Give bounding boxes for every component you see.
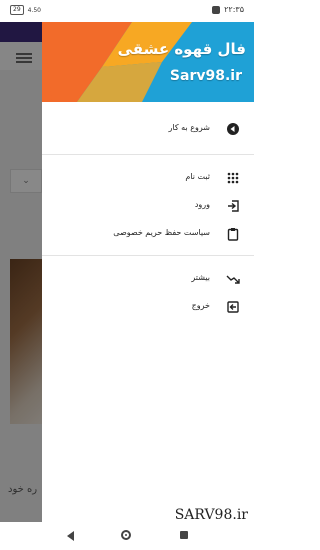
login-icon [228, 200, 239, 212]
drawer-menu-more: بیشتر خروج [42, 266, 254, 322]
menu-item-label: ورود [194, 200, 210, 209]
play-circle-icon [227, 123, 239, 135]
drawer-menu-account: ثبت نام ورود سیاست حفظ حریم خصوصی [42, 165, 254, 249]
status-left: 29 4.50 [10, 5, 41, 15]
drawer-menu-primary: شروع به کار [42, 116, 254, 144]
notification-icon [212, 5, 221, 14]
menu-divider [42, 255, 254, 256]
status-right: ۲۲:۳۵ [212, 5, 244, 14]
menu-item-exit[interactable]: خروج [42, 294, 254, 322]
navigation-drawer: فال قهوه عشقی Sarv98.ir شروع به کار ثبت … [42, 22, 254, 522]
menu-item-label: خروج [191, 301, 210, 310]
recent-apps-icon[interactable] [180, 531, 188, 539]
status-bar: 29 4.50 ۲۲:۳۵ [0, 0, 254, 22]
menu-item-more[interactable]: بیشتر [42, 266, 254, 294]
dialpad-icon [227, 172, 239, 184]
trending-down-icon [226, 275, 240, 284]
back-icon[interactable] [66, 531, 76, 541]
system-nav-bar [0, 522, 254, 550]
watermark: SARV98.ir [174, 507, 248, 523]
drawer-title: فال قهوه عشقی [117, 40, 246, 58]
status-time: ۲۲:۳۵ [224, 5, 244, 14]
network-speed: 4.50 [27, 6, 41, 14]
exit-icon [227, 301, 239, 313]
drawer-subtitle: Sarv98.ir [169, 68, 242, 84]
drawer-header: فال قهوه عشقی Sarv98.ir [42, 22, 254, 102]
menu-item-login[interactable]: ورود [42, 193, 254, 221]
menu-item-label: سیاست حفظ حریم خصوصی [113, 228, 210, 237]
menu-item-start[interactable]: شروع به کار [42, 116, 254, 144]
menu-item-register[interactable]: ثبت نام [42, 165, 254, 193]
menu-divider [42, 154, 254, 155]
battery-indicator: 29 [10, 5, 24, 15]
clipboard-icon [227, 228, 239, 241]
menu-item-label: شروع به کار [168, 123, 210, 132]
menu-item-label: بیشتر [191, 273, 210, 282]
menu-item-label: ثبت نام [185, 172, 210, 181]
menu-item-privacy-policy[interactable]: سیاست حفظ حریم خصوصی [42, 221, 254, 249]
header-background-shapes [42, 22, 192, 102]
home-icon[interactable] [121, 530, 131, 540]
